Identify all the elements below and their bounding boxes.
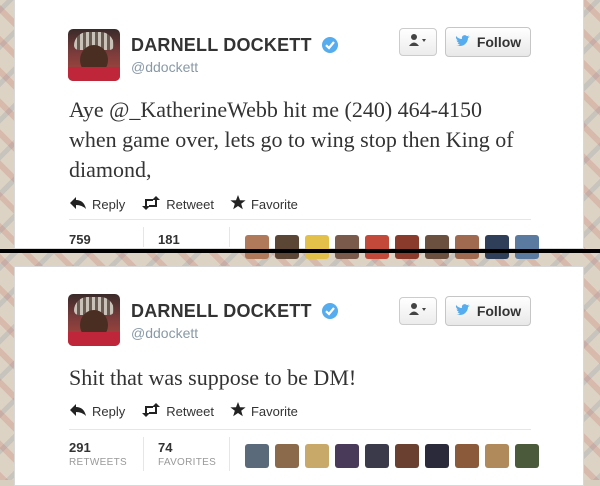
- stat-separator: [143, 437, 144, 471]
- author-handle[interactable]: @ddockett: [131, 325, 198, 341]
- reply-label: Reply: [92, 196, 126, 212]
- favoriter-avatar[interactable]: [335, 444, 359, 468]
- tweet-text: Shit that was suppose to be DM!: [69, 365, 357, 390]
- favorite-action[interactable]: Favorite: [230, 402, 298, 420]
- favoriter-avatar[interactable]: [245, 444, 269, 468]
- favoriter-avatar[interactable]: [365, 235, 389, 259]
- stat-separator: [229, 227, 230, 247]
- follow-button[interactable]: Follow: [445, 27, 531, 57]
- author-name[interactable]: DARNELL DOCKETT: [131, 35, 339, 59]
- twitter-bird-icon: [455, 303, 471, 320]
- follow-label: Follow: [476, 34, 522, 50]
- favorite-action[interactable]: Favorite: [230, 195, 298, 213]
- favorites-count: 74: [158, 440, 173, 455]
- reply-label: Reply: [92, 403, 126, 419]
- favoriter-avatar[interactable]: [275, 444, 299, 468]
- retweet-icon: [141, 195, 161, 213]
- favoriter-avatar[interactable]: [455, 235, 479, 259]
- twitter-bird-icon: [455, 34, 471, 51]
- screenshot-divider: [0, 249, 600, 253]
- favoriter-avatar[interactable]: [485, 235, 509, 259]
- stat-separator: [229, 437, 230, 471]
- retweet-action[interactable]: Retweet: [141, 195, 214, 213]
- favorites-label: FAVORITES: [158, 457, 217, 468]
- favoriter-avatar[interactable]: [365, 444, 389, 468]
- favorites-stat[interactable]: 74 FAVORITES: [158, 440, 216, 468]
- tweet-card-2: DARNELL DOCKETT @ddockett Follow Shit th…: [14, 266, 584, 486]
- author-avatar[interactable]: [68, 29, 120, 81]
- favorite-star-icon: [230, 402, 246, 420]
- favoriter-avatar[interactable]: [425, 235, 449, 259]
- favoriter-avatar[interactable]: [395, 235, 419, 259]
- tweet-text: Aye @_KatherineWebb hit me (240) 464-415…: [69, 97, 514, 182]
- favorites-count: 181: [158, 232, 180, 247]
- author-name[interactable]: DARNELL DOCKETT: [131, 301, 339, 325]
- favorites-stat[interactable]: 181: [158, 232, 180, 247]
- stat-separator: [143, 227, 144, 247]
- retweets-stat[interactable]: 759: [69, 232, 91, 247]
- author-avatar[interactable]: [68, 294, 120, 346]
- retweet-label: Retweet: [166, 196, 214, 212]
- favorite-label: Favorite: [250, 403, 298, 419]
- favorite-label: Favorite: [250, 196, 298, 212]
- author-name-text[interactable]: DARNELL DOCKETT: [131, 35, 312, 55]
- favoriter-avatars: [245, 444, 539, 468]
- favorite-star-icon: [230, 195, 246, 213]
- verified-badge-icon: [321, 36, 339, 59]
- retweet-action[interactable]: Retweet: [141, 402, 214, 420]
- reply-arrow-icon: [69, 196, 87, 213]
- favoriter-avatar[interactable]: [515, 235, 539, 259]
- favoriter-avatar[interactable]: [515, 444, 539, 468]
- follow-button[interactable]: Follow: [445, 296, 531, 326]
- user-dropdown-icon: [408, 302, 428, 321]
- retweets-stat[interactable]: 291 RETWEETS: [69, 440, 127, 468]
- retweets-count: 291: [69, 440, 91, 455]
- reply-arrow-icon: [69, 403, 87, 420]
- user-actions-button[interactable]: [399, 297, 437, 325]
- author-name-text[interactable]: DARNELL DOCKETT: [131, 301, 312, 321]
- tweet-actions: Reply Retweet Favorite: [69, 195, 298, 213]
- favoriter-avatar[interactable]: [245, 235, 269, 259]
- retweets-label: RETWEETS: [69, 457, 127, 468]
- favoriter-avatar[interactable]: [305, 444, 329, 468]
- retweet-label: Retweet: [166, 403, 214, 419]
- tweet-actions: Reply Retweet Favorite: [69, 402, 298, 420]
- reply-action[interactable]: Reply: [69, 402, 125, 420]
- tweet-card-1: DARNELL DOCKETT @ddockett Follow Aye @_K…: [14, 0, 584, 259]
- author-handle[interactable]: @ddockett: [131, 59, 198, 75]
- reply-action[interactable]: Reply: [69, 195, 125, 213]
- favoriter-avatars: [245, 235, 539, 259]
- retweet-icon: [141, 402, 161, 420]
- favoriter-avatar[interactable]: [485, 444, 509, 468]
- stats-divider: [69, 429, 531, 430]
- stats-divider: [69, 219, 531, 220]
- user-actions-button[interactable]: [399, 28, 437, 56]
- favoriter-avatar[interactable]: [425, 444, 449, 468]
- favoriter-avatar[interactable]: [335, 235, 359, 259]
- favoriter-avatar[interactable]: [305, 235, 329, 259]
- favoriter-avatar[interactable]: [395, 444, 419, 468]
- verified-badge-icon: [321, 302, 339, 325]
- retweets-count: 759: [69, 232, 91, 247]
- follow-label: Follow: [476, 303, 522, 319]
- favoriter-avatar[interactable]: [455, 444, 479, 468]
- favoriter-avatar[interactable]: [275, 235, 299, 259]
- user-dropdown-icon: [408, 33, 428, 52]
